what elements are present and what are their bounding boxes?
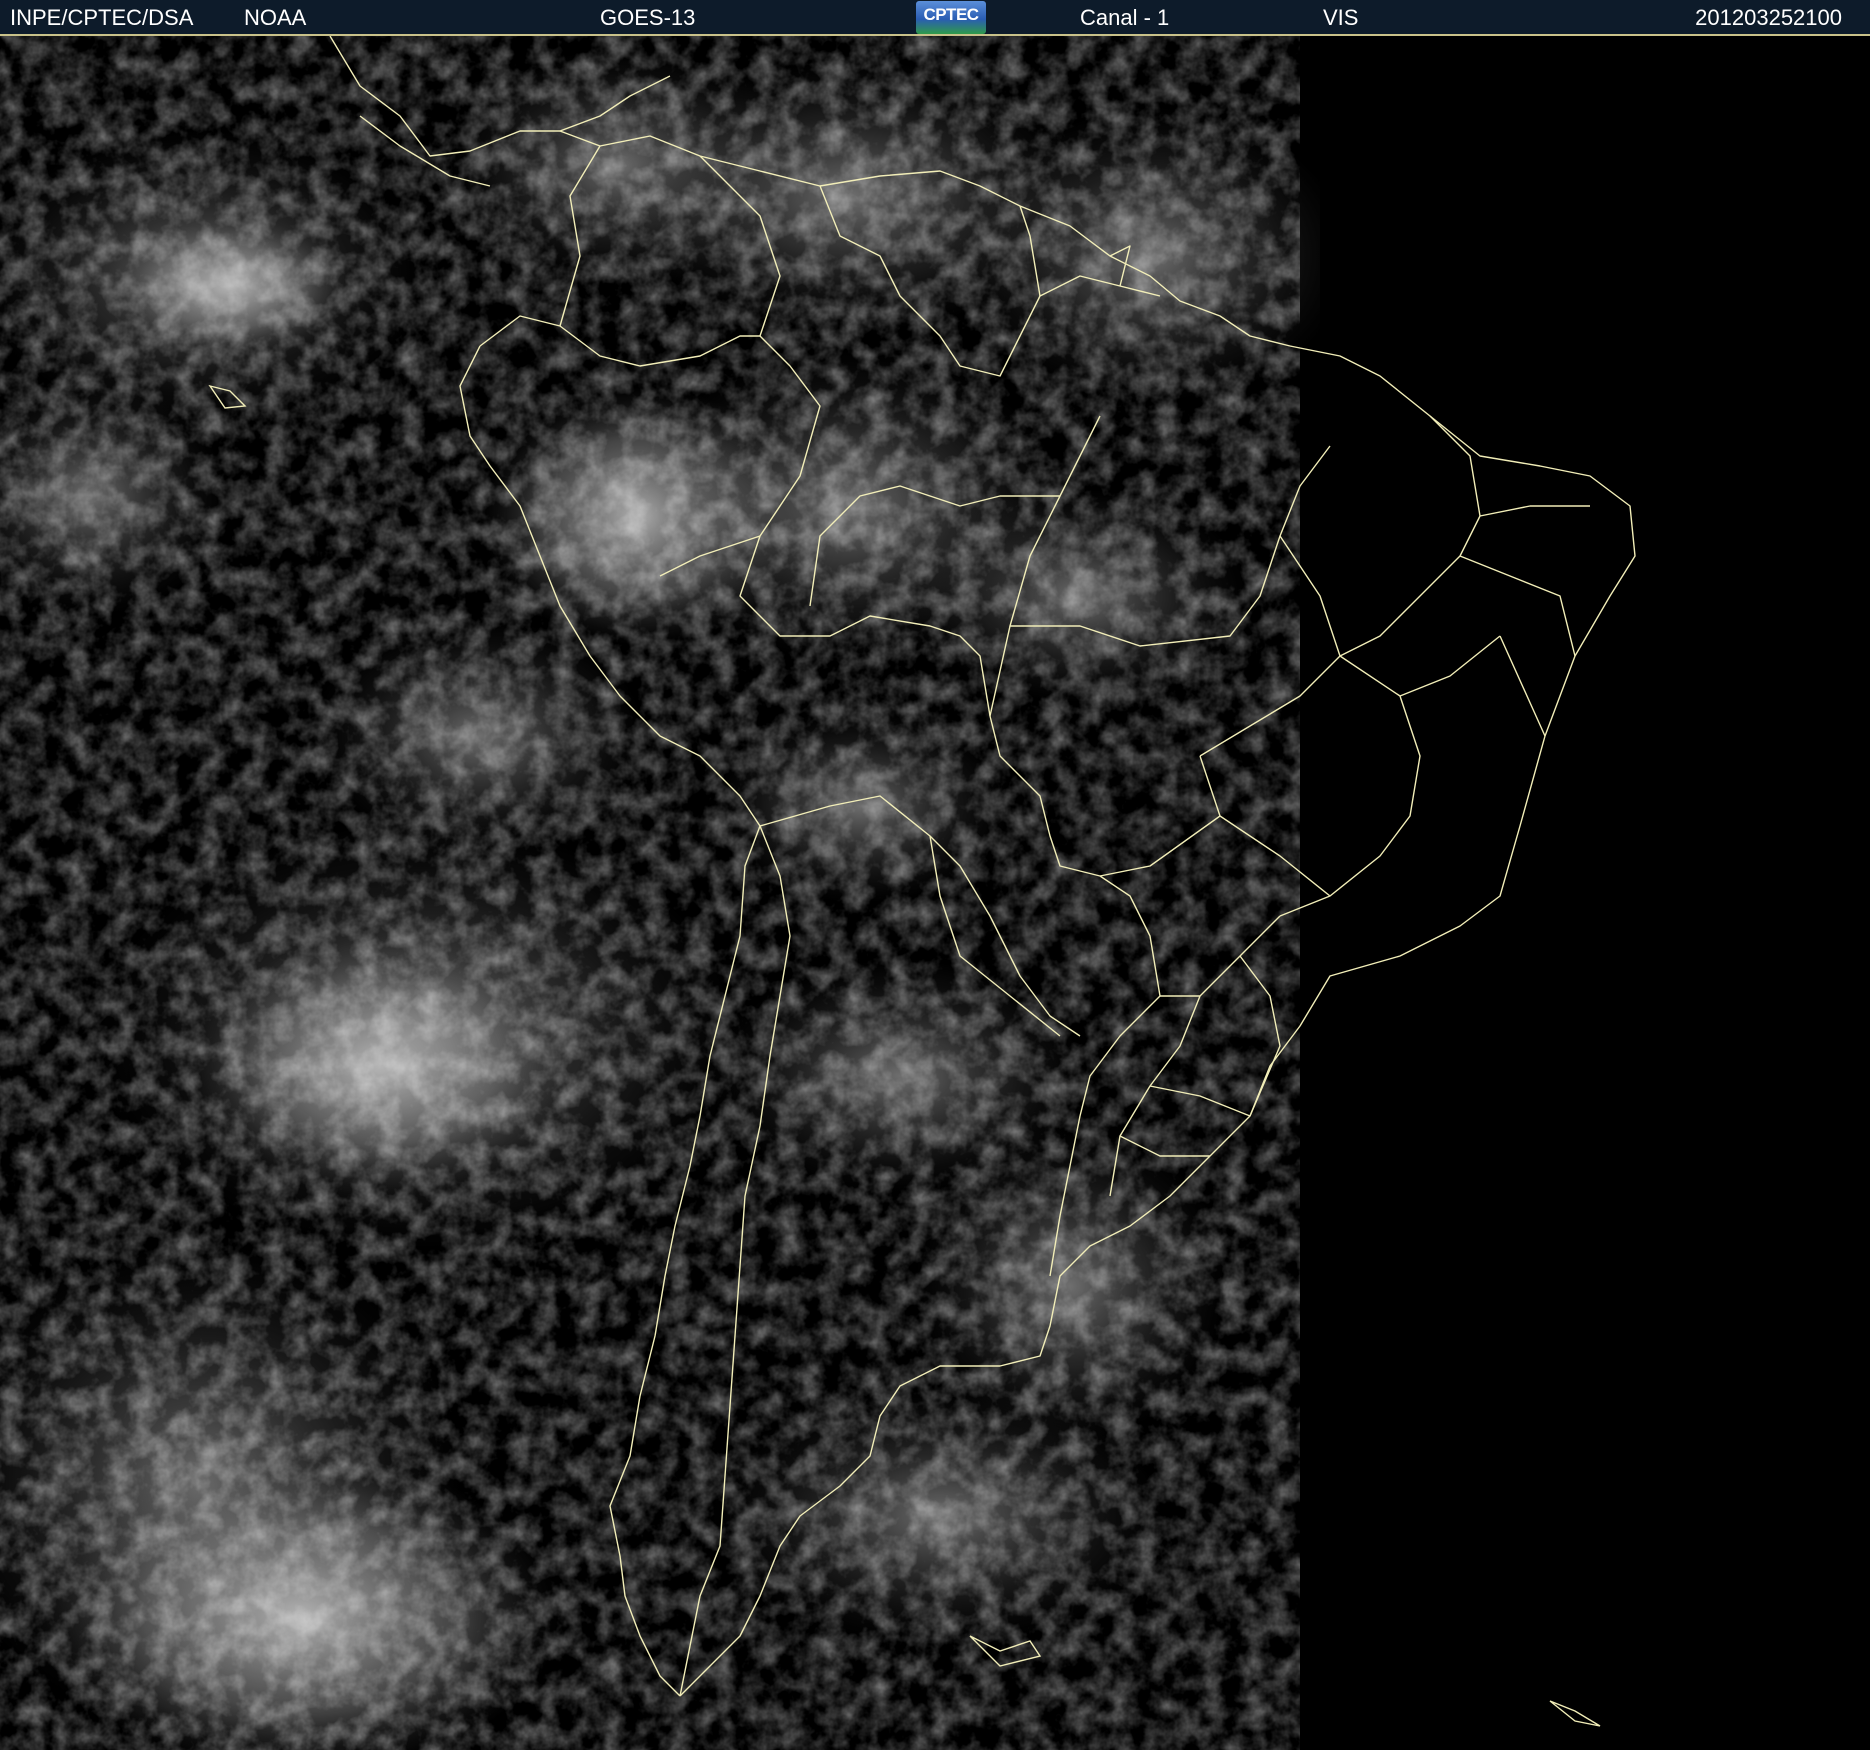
clear-atlantic (1320, 36, 1870, 1750)
cptec-logo: CPTEC (916, 1, 986, 34)
channel-label: Canal - 1 (1080, 5, 1170, 30)
agency-label: NOAA (244, 5, 307, 30)
image-header-bar: INPE/CPTEC/DSA NOAA GOES-13 CPTEC Canal … (0, 0, 1870, 36)
band-label: VIS (1323, 5, 1359, 30)
cloud-texture (0, 36, 1300, 1750)
satellite-image (0, 36, 1870, 1750)
organization-label: INPE/CPTEC/DSA (10, 5, 194, 30)
satellite-label: GOES-13 (600, 5, 696, 30)
timestamp-label: 201203252100 (1695, 5, 1842, 30)
logo-text: CPTEC (923, 5, 979, 24)
